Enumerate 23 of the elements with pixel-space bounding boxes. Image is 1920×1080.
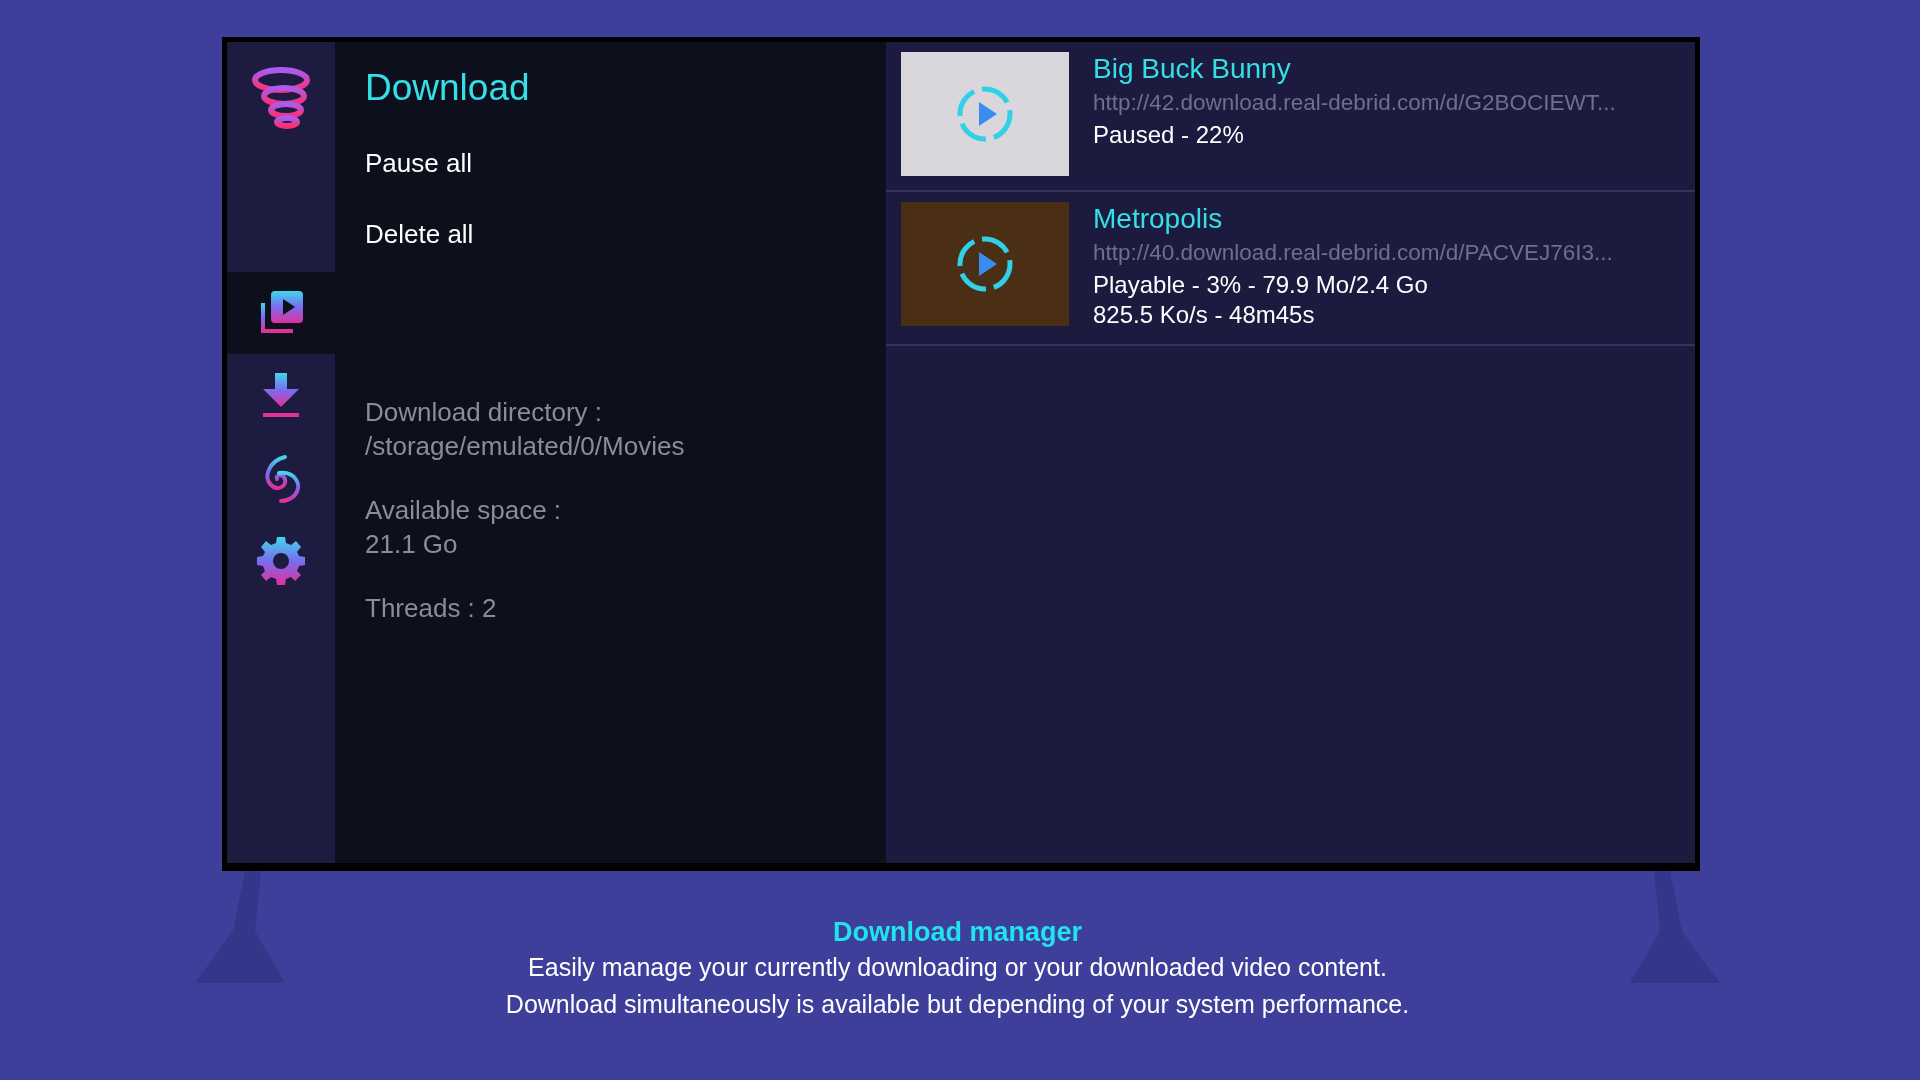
panel-title: Download: [365, 66, 531, 110]
sidebar-item[interactable]: [227, 272, 335, 354]
menu-action[interactable]: Pause all: [365, 147, 472, 179]
play-icon: [955, 234, 1015, 294]
info-text: 21.1 Go: [365, 528, 459, 562]
download-url: http://40.download.real-debrid.com/d/PACVEJ76I3...: [1093, 239, 1613, 267]
play-icon: [955, 84, 1015, 144]
info-text: /storage/emulated/0/Movies: [365, 430, 686, 464]
download-status: 825.5 Ko/s - 48m45s: [1093, 300, 1316, 330]
download-url: http://42.download.real-debrid.com/d/G2BOCIEWT...: [1093, 89, 1616, 117]
menu-action[interactable]: Delete all: [365, 219, 474, 251]
download-status: Paused - 22%: [1093, 120, 1245, 150]
caption-text: Easily manage your currently downloading or your downloaded video content.: [527, 952, 1388, 983]
caption-text: Download simultaneously is available but depending of your system performance.: [505, 989, 1410, 1020]
download-item[interactable]: Big Buck Bunny http://42.download.real-debrid.com/d/G2BOCIEWT... Paused - 22%: [886, 42, 1695, 192]
download-title: Big Buck Bunny: [1093, 52, 1292, 86]
info-text: Available space :: [365, 494, 563, 528]
info-text: Download directory :: [365, 396, 603, 430]
download-item[interactable]: Metropolis http://40.download.real-debrid.com/d/PACVEJ76I3... Playable - 3% - 79.9 Mo/2.4 Go 825.5 Ko/s - 48m45s: [886, 192, 1695, 346]
download-title: Metropolis: [1093, 202, 1224, 236]
download-status: Playable - 3% - 79.9 Mo/2.4 Go: [1093, 270, 1429, 300]
info-text: Threads : 2: [365, 592, 498, 626]
caption-title: Download manager: [831, 916, 1083, 949]
